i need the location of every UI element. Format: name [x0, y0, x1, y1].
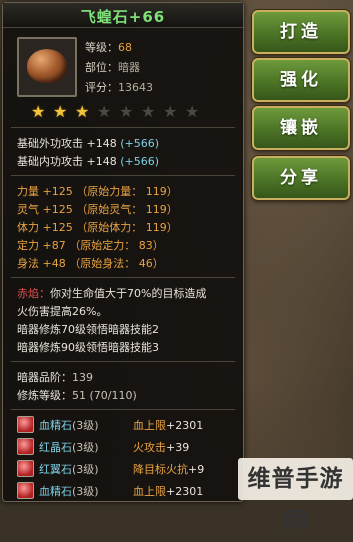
- title-bar: 飞蝗石+66: [3, 3, 243, 28]
- level-value: 68: [118, 41, 132, 54]
- training-level-line: 修炼等级：51 (70/110): [17, 389, 137, 402]
- star-empty-icon: ★: [97, 102, 112, 121]
- inlay-button[interactable]: 镶嵌: [252, 106, 350, 150]
- gem-slot-3-effect: 降目标火抗+9: [133, 463, 205, 476]
- attribute-stamina: 体力 +125 （原始体力： 119）: [17, 221, 178, 234]
- skill-unlock-1: 暗器修炼70级领悟暗器技能2: [17, 323, 159, 336]
- attribute-focus: 定力 +87 （原始定力： 83）: [17, 239, 164, 252]
- gem-slot-1-effect: 血上限+2301: [133, 419, 204, 432]
- red-crystal-gem-icon[interactable]: [17, 438, 34, 455]
- item-icon-frame: [17, 37, 77, 97]
- weapon-grade-value: 139: [72, 371, 93, 384]
- special-effect-line2: 火伤害提高26%。: [17, 305, 108, 318]
- gem-slot-4-effect: 血上限+2301: [133, 485, 204, 498]
- gem-slot-3: 红翼石(3级): [39, 463, 99, 476]
- item-enhance-level: +66: [128, 8, 166, 26]
- skill-unlock-2: 暗器修炼90级领悟暗器技能3: [17, 341, 159, 354]
- star-empty-icon: ★: [141, 102, 156, 121]
- red-wing-gem-icon[interactable]: [17, 460, 34, 477]
- star-empty-icon: ★: [119, 102, 134, 121]
- divider: [11, 277, 235, 278]
- star-empty-icon: ★: [185, 102, 200, 121]
- forge-button[interactable]: 打造: [252, 10, 350, 54]
- star-filled-icon: ★: [53, 102, 68, 121]
- divider: [11, 361, 235, 362]
- blood-gem-icon[interactable]: [17, 416, 34, 433]
- blood-gem-icon[interactable]: [17, 482, 34, 499]
- item-name: 飞蝗石: [80, 8, 129, 26]
- special-effect-line1: 赤焰：你对生命值大于70%的目标造成: [17, 287, 207, 300]
- score-line: 评分：13643: [85, 81, 153, 94]
- special-effect-tag: 赤焰：: [17, 287, 50, 300]
- site-watermark: 维普手游网: [238, 458, 353, 534]
- gem-slot-1: 血精石(3级): [39, 419, 99, 432]
- slot-value: 暗器: [118, 61, 140, 74]
- attribute-strength: 力量 +125 （原始力量： 119）: [17, 185, 178, 198]
- attribute-spirit: 灵气 +125 （原始灵气： 119）: [17, 203, 178, 216]
- share-button[interactable]: 分享: [252, 156, 350, 200]
- item-title: 飞蝗石+66: [3, 6, 243, 27]
- training-level-value: 51 (70/110): [72, 389, 137, 402]
- divider: [11, 175, 235, 176]
- base-stat-internal: 基础内功攻击 +148 (+566): [17, 155, 160, 168]
- weapon-grade-line: 暗器品阶：139: [17, 371, 93, 384]
- item-tooltip-panel: 飞蝗石+66 等级：68 部位：暗器 评分：13643 ★ ★ ★ ★ ★ ★ ★ ★ 基础外…: [2, 2, 244, 502]
- gem-slot-4: 血精石(3级): [39, 485, 99, 498]
- gem-slot-2-effect: 火攻击+39: [133, 441, 190, 454]
- divider: [11, 127, 235, 128]
- slot-line: 部位：暗器: [85, 61, 140, 74]
- star-filled-icon: ★: [31, 102, 46, 121]
- score-value: 13643: [118, 81, 153, 94]
- star-filled-icon: ★: [75, 102, 90, 121]
- level-line: 等级：68: [85, 41, 132, 54]
- attribute-agility: 身法 +48 （原始身法： 46）: [17, 257, 164, 270]
- enhance-button[interactable]: 强化: [252, 58, 350, 102]
- star-empty-icon: ★: [163, 102, 178, 121]
- divider: [11, 409, 235, 410]
- base-stat-external: 基础外功攻击 +148 (+566): [17, 137, 160, 150]
- flying-locust-stone-icon: [27, 49, 67, 83]
- gem-slot-2: 红晶石(3级): [39, 441, 99, 454]
